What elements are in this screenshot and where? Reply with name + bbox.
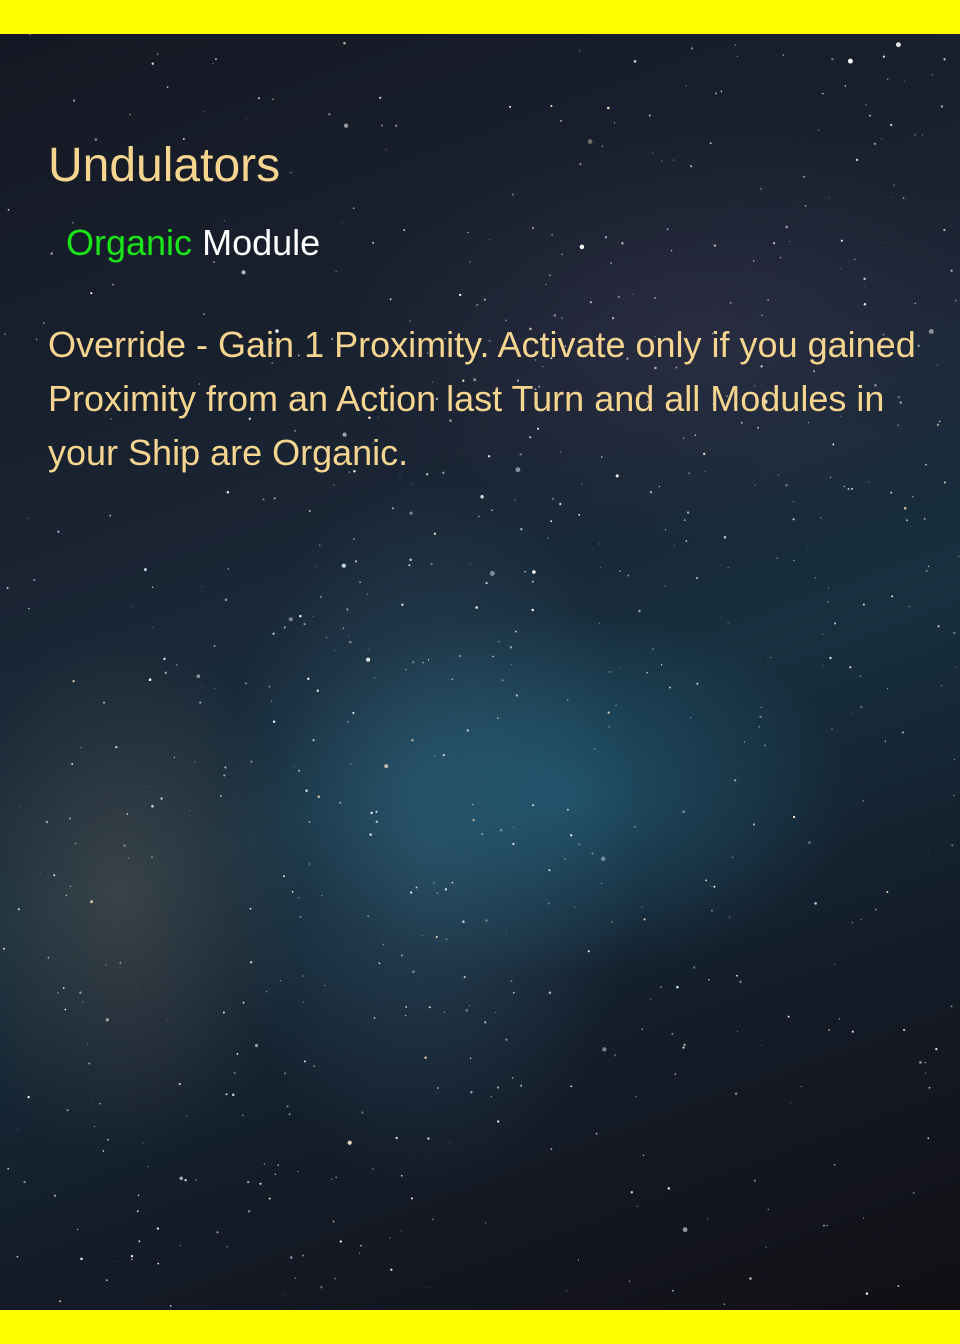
type-keyword: Organic: [66, 222, 193, 263]
card-face: Undulators Organic Module Override - Gai…: [0, 34, 960, 1310]
card-type-line: Organic Module: [66, 222, 320, 264]
card-title: Undulators: [48, 139, 281, 192]
page-border: Undulators Organic Module Override - Gai…: [0, 0, 960, 1344]
type-label: Module: [202, 222, 321, 263]
card-rules-text: Override - Gain 1 Proximity. Activate on…: [48, 324, 916, 473]
